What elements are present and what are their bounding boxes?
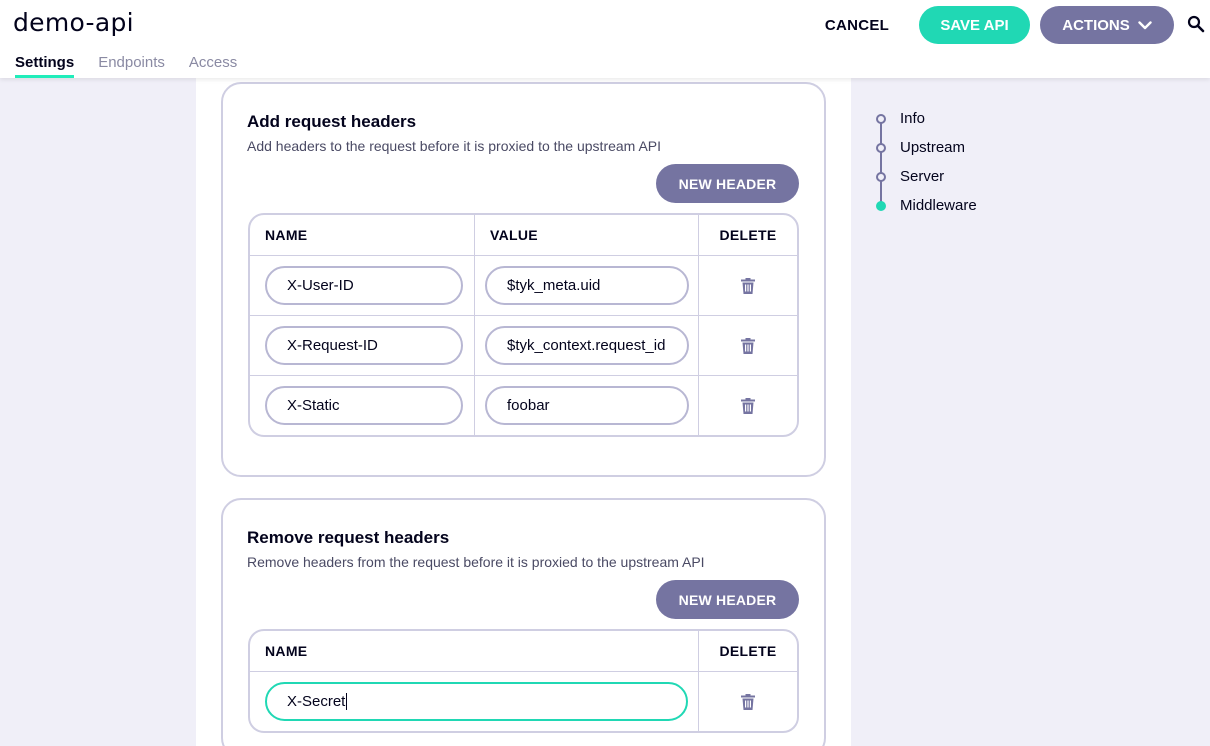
actions-label: ACTIONS [1062, 16, 1130, 34]
nav-item-label: Middleware [900, 197, 977, 214]
column-header-value: VALUE [474, 215, 698, 255]
header-name-input[interactable]: X-User-ID [265, 266, 463, 305]
column-header-name: NAME [265, 643, 308, 659]
nav-item-server[interactable]: Server [876, 162, 977, 191]
trash-icon[interactable] [741, 693, 755, 710]
tab-settings[interactable]: Settings [15, 54, 75, 78]
header-value-input[interactable]: $tyk_context.request_id [485, 326, 689, 365]
trash-icon[interactable] [741, 397, 755, 414]
tab-endpoints[interactable]: Endpoints [98, 54, 165, 78]
nav-dot-icon [876, 113, 886, 124]
table-header-row: NAME DELETE [250, 631, 797, 671]
header-value-input[interactable]: foobar [485, 386, 689, 425]
trash-icon[interactable] [741, 277, 755, 294]
main-content: Add request headers Add headers to the r… [196, 78, 851, 746]
add-headers-subtitle: Add headers to the request before it is … [247, 138, 662, 154]
actions-dropdown-button[interactable]: ACTIONS [1040, 6, 1174, 44]
cancel-button[interactable]: CANCEL [812, 6, 902, 44]
page-title: demo-api [13, 8, 134, 37]
remove-headers-title: Remove request headers [247, 528, 450, 547]
header-value-input[interactable]: $tyk_meta.uid [485, 266, 689, 305]
table-row: X-Static foobar [250, 375, 797, 435]
tab-bar: Settings Endpoints Access [15, 54, 261, 78]
section-nav: Info Upstream Server Middleware [876, 104, 977, 220]
add-headers-title: Add request headers [247, 112, 417, 131]
nav-item-label: Info [900, 110, 926, 127]
nav-dot-icon [876, 142, 886, 153]
column-header-delete: DELETE [698, 215, 797, 255]
column-header-delete: DELETE [698, 631, 797, 671]
nav-item-middleware[interactable]: Middleware [876, 191, 977, 220]
text-cursor [346, 693, 348, 710]
header-name-input-focused[interactable]: X-Secret [265, 682, 688, 721]
trash-icon[interactable] [741, 337, 755, 354]
new-header-button[interactable]: NEW HEADER [656, 580, 799, 619]
top-bar: demo-api Settings Endpoints Access CANCE… [0, 0, 1210, 78]
add-headers-table: NAME VALUE DELETE X-User-ID $tyk_meta.ui… [248, 213, 799, 437]
remove-headers-table: NAME DELETE X-Secret [248, 629, 799, 733]
chevron-down-icon [1138, 20, 1152, 29]
nav-item-info[interactable]: Info [876, 104, 977, 133]
remove-headers-subtitle: Remove headers from the request before i… [247, 554, 705, 570]
new-header-button[interactable]: NEW HEADER [656, 164, 799, 203]
table-header-row: NAME VALUE DELETE [250, 215, 797, 255]
nav-item-label: Upstream [900, 139, 966, 156]
remove-request-headers-card: Remove request headers Remove headers fr… [221, 498, 826, 746]
nav-dot-active-icon [876, 200, 886, 211]
header-name-input[interactable]: X-Static [265, 386, 463, 425]
column-header-name: NAME [265, 227, 308, 243]
nav-item-upstream[interactable]: Upstream [876, 133, 977, 162]
table-row: X-Secret [250, 671, 797, 731]
save-api-button[interactable]: SAVE API [919, 6, 1030, 44]
header-name-value: X-Secret [287, 693, 346, 710]
nav-item-label: Server [900, 168, 945, 185]
nav-dot-icon [876, 171, 886, 182]
header-name-input[interactable]: X-Request-ID [265, 326, 463, 365]
search-icon[interactable] [1187, 15, 1205, 33]
add-request-headers-card: Add request headers Add headers to the r… [221, 82, 826, 477]
table-row: X-User-ID $tyk_meta.uid [250, 255, 797, 315]
tab-access[interactable]: Access [189, 54, 237, 78]
table-row: X-Request-ID $tyk_context.request_id [250, 315, 797, 375]
